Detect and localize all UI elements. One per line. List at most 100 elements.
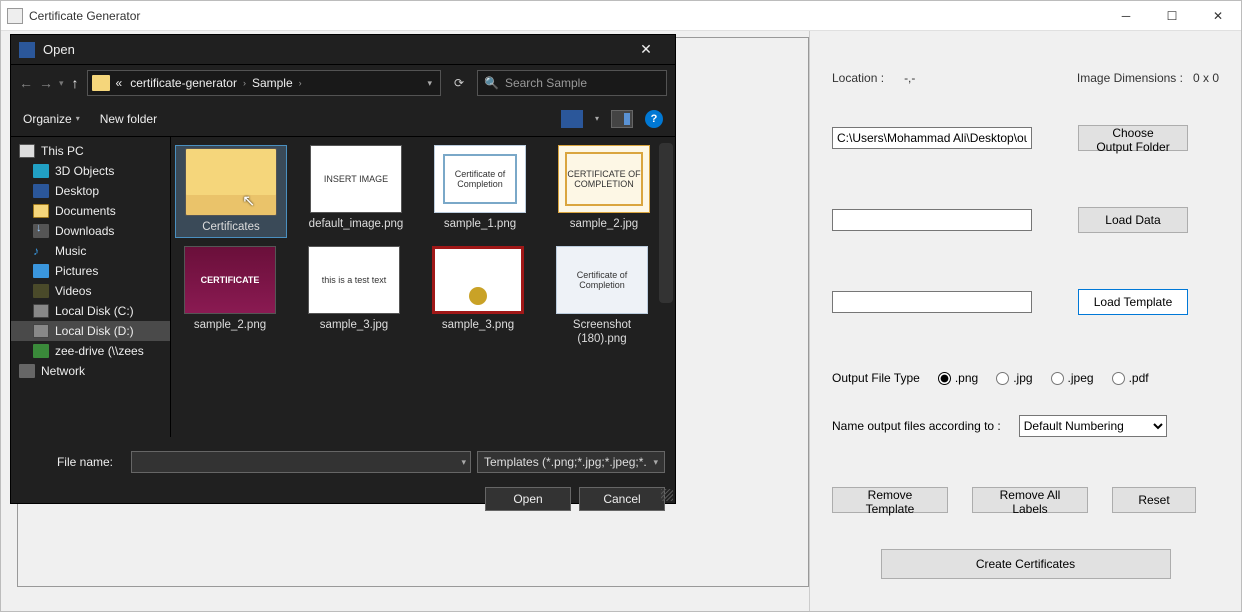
- open-dialog-close-button[interactable]: ✕: [625, 35, 667, 65]
- template-file-input[interactable]: [832, 291, 1032, 313]
- load-template-button[interactable]: Load Template: [1078, 289, 1188, 315]
- file-item[interactable]: Certificate of Completionsample_1.png: [425, 145, 535, 238]
- controls-panel: Location : -,- Image Dimensions : 0 x 0 …: [809, 31, 1241, 611]
- 3d-icon: [33, 164, 49, 178]
- nav-up-icon[interactable]: ↑: [72, 75, 79, 91]
- tree-item-zee-drive-zees[interactable]: zee-drive (\\zees: [11, 341, 170, 361]
- create-certificates-button[interactable]: Create Certificates: [881, 549, 1171, 579]
- location-label: Location :: [832, 71, 884, 85]
- tree-item-music[interactable]: ♪Music: [11, 241, 170, 261]
- open-dialog-titlebar[interactable]: Open ✕: [11, 35, 675, 65]
- file-item[interactable]: ↖Certificates: [175, 145, 287, 238]
- refresh-icon[interactable]: ⟳: [449, 76, 469, 90]
- breadcrumb-dropdown-icon[interactable]: ▾: [423, 78, 436, 89]
- organize-menu[interactable]: Organize▾: [23, 112, 80, 126]
- file-item[interactable]: Certificate of CompletionScreenshot (180…: [547, 246, 657, 347]
- file-item[interactable]: CERTIFICATE OF COMPLETIONsample_2.jpg: [549, 145, 659, 238]
- resize-grip-icon[interactable]: [661, 489, 673, 501]
- down-icon: [33, 224, 49, 238]
- file-item[interactable]: CERTIFICATEsample_2.png: [175, 246, 285, 347]
- folder-icon: ↖: [185, 148, 277, 216]
- thumbnail: CERTIFICATE: [184, 246, 276, 314]
- reset-button[interactable]: Reset: [1112, 487, 1196, 513]
- dimensions-label: Image Dimensions :: [1077, 71, 1183, 85]
- music-icon: ♪: [33, 244, 49, 258]
- thumbnail: Certificate of Completion: [556, 246, 648, 314]
- pics-icon: [33, 264, 49, 278]
- cursor-icon: ↖: [242, 191, 255, 211]
- format-jpeg[interactable]: .jpeg: [1051, 371, 1094, 385]
- file-item[interactable]: this is a test textsample_3.jpg: [299, 246, 409, 347]
- tree-item-local-disk-d-[interactable]: Local Disk (D:): [11, 321, 170, 341]
- folder-icon: [92, 75, 110, 91]
- tree-item-local-disk-c-[interactable]: Local Disk (C:): [11, 301, 170, 321]
- tree-item-network[interactable]: Network: [11, 361, 170, 381]
- thumbnail: this is a test text: [308, 246, 400, 314]
- network-icon: [19, 364, 35, 378]
- nav-tree[interactable]: This PC3D ObjectsDesktopDocumentsDownloa…: [11, 137, 171, 437]
- new-folder-button[interactable]: New folder: [100, 112, 157, 126]
- remove-all-labels-button[interactable]: Remove All Labels: [972, 487, 1088, 513]
- location-value: -,-: [904, 71, 915, 85]
- open-button[interactable]: Open: [485, 487, 571, 511]
- net-icon: [33, 344, 49, 358]
- tree-item-downloads[interactable]: Downloads: [11, 221, 170, 241]
- file-item[interactable]: sample_3.png: [423, 246, 533, 347]
- view-mode-icon[interactable]: [561, 110, 583, 128]
- app-icon: [7, 8, 23, 24]
- file-type-filter[interactable]: Templates (*.png;*.jpg;*.jpeg;*.▾: [477, 451, 665, 473]
- app-titlebar: Certificate Generator ─ ☐ ✕: [1, 1, 1241, 31]
- output-type-label: Output File Type: [832, 371, 920, 385]
- file-item[interactable]: INSERT IMAGEdefault_image.png: [301, 145, 411, 238]
- tree-item-desktop[interactable]: Desktop: [11, 181, 170, 201]
- tree-item-pictures[interactable]: Pictures: [11, 261, 170, 281]
- open-dialog-title: Open: [43, 42, 75, 57]
- breadcrumb[interactable]: « certificate-generator › Sample › ▾: [87, 70, 441, 96]
- format-png[interactable]: .png: [938, 371, 978, 385]
- file-name-input[interactable]: ▾: [131, 451, 471, 473]
- chevron-right-icon: ›: [299, 78, 302, 88]
- nav-back-icon[interactable]: ←: [19, 75, 33, 91]
- format-pdf[interactable]: .pdf: [1112, 371, 1149, 385]
- desktop-icon: [33, 184, 49, 198]
- docs-icon: [33, 204, 49, 218]
- nav-history-icon[interactable]: ▾: [59, 78, 64, 89]
- file-name-label: File name:: [33, 455, 121, 469]
- tree-item-this-pc[interactable]: This PC: [11, 141, 170, 161]
- help-icon[interactable]: ?: [645, 110, 663, 128]
- open-dialog-icon: [19, 42, 35, 58]
- naming-label: Name output files according to :: [832, 419, 1001, 433]
- tree-item-3d-objects[interactable]: 3D Objects: [11, 161, 170, 181]
- pc-icon: [19, 144, 35, 158]
- app-close-button[interactable]: ✕: [1195, 1, 1241, 31]
- remove-template-button[interactable]: Remove Template: [832, 487, 948, 513]
- format-jpg[interactable]: .jpg: [996, 371, 1032, 385]
- load-data-button[interactable]: Load Data: [1078, 207, 1188, 233]
- nav-forward-icon: →: [39, 75, 53, 91]
- disk-icon: [33, 324, 49, 338]
- disk-icon: [33, 304, 49, 318]
- tree-item-videos[interactable]: Videos: [11, 281, 170, 301]
- files-area[interactable]: ↖CertificatesINSERT IMAGEdefault_image.p…: [171, 137, 675, 437]
- data-file-input[interactable]: [832, 209, 1032, 231]
- choose-output-folder-button[interactable]: Choose Output Folder: [1078, 125, 1188, 151]
- thumbnail: [432, 246, 524, 314]
- chevron-down-icon[interactable]: ▾: [461, 457, 466, 468]
- vids-icon: [33, 284, 49, 298]
- cancel-button[interactable]: Cancel: [579, 487, 665, 511]
- search-icon: 🔍: [484, 76, 499, 90]
- app-title: Certificate Generator: [29, 9, 140, 23]
- open-dialog: Open ✕ ← → ▾ ↑ « certificate-generator ›…: [10, 34, 676, 504]
- preview-pane-icon[interactable]: [611, 110, 633, 128]
- naming-select[interactable]: Default Numbering: [1019, 415, 1167, 437]
- scrollbar[interactable]: [659, 143, 673, 303]
- maximize-button[interactable]: ☐: [1149, 1, 1195, 31]
- thumbnail: CERTIFICATE OF COMPLETION: [558, 145, 650, 213]
- view-mode-dropdown-icon[interactable]: ▾: [595, 114, 599, 123]
- dimensions-value: 0 x 0: [1193, 71, 1219, 85]
- thumbnail: Certificate of Completion: [434, 145, 526, 213]
- tree-item-documents[interactable]: Documents: [11, 201, 170, 221]
- minimize-button[interactable]: ─: [1103, 1, 1149, 31]
- search-input[interactable]: 🔍 Search Sample: [477, 70, 667, 96]
- output-folder-input[interactable]: [832, 127, 1032, 149]
